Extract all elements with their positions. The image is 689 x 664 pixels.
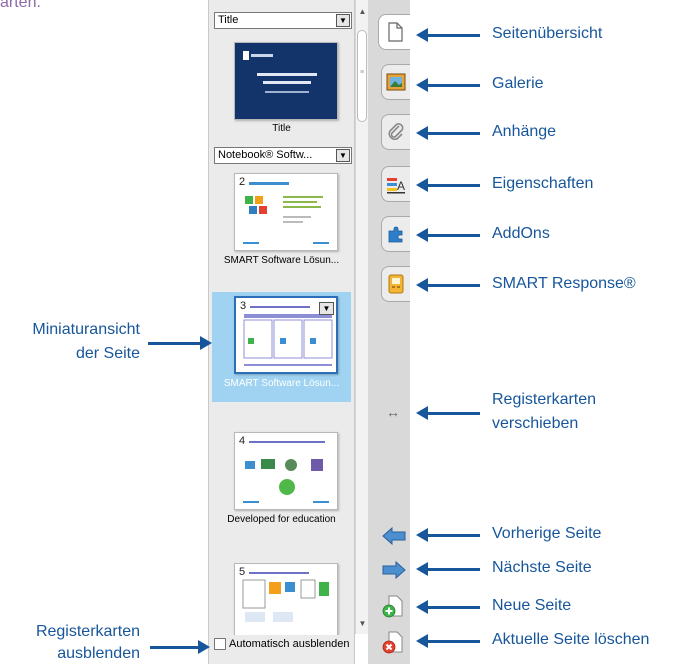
thumbnail-image: 5 — [234, 563, 338, 635]
callout-registerkarten-verschieben-2: verschieben — [492, 415, 579, 432]
callout-arrowhead — [200, 336, 212, 350]
new-page-button[interactable] — [382, 594, 406, 618]
group-dropdown-notebook-label: Notebook® Softw... — [218, 149, 313, 161]
chevron-down-icon[interactable]: ▼ — [336, 149, 350, 162]
callout-arrow-line — [426, 34, 480, 37]
page-label: SMART Software Lösun... — [223, 378, 340, 389]
page-label: SMART Software Lösun... — [223, 255, 340, 266]
chevron-down-icon[interactable]: ▼ — [336, 14, 350, 27]
callout-naechste-seite: Nächste Seite — [492, 559, 592, 576]
response-icon — [388, 274, 404, 294]
callout-smart-response: SMART Response® — [492, 275, 636, 292]
page-thumbnail-5[interactable]: 5 — [212, 563, 351, 635]
new-page-icon — [382, 595, 403, 618]
callout-arrow-line — [426, 640, 480, 643]
callout-registerkarten-ausblenden-1: Registerkarten — [35, 623, 140, 640]
tab-properties[interactable]: A — [381, 166, 410, 202]
callout-arrow-line — [426, 184, 480, 187]
gallery-icon — [386, 73, 406, 91]
tab-gallery[interactable] — [381, 64, 410, 100]
slide-preview — [242, 572, 329, 622]
previous-page-icon — [382, 527, 406, 545]
scroll-grip-icon: ≡ — [360, 69, 365, 76]
callout-anhaenge: Anhänge — [492, 123, 557, 140]
next-page-button[interactable] — [382, 558, 406, 582]
tab-page-sorter[interactable] — [378, 14, 410, 50]
move-tabs-icon[interactable]: ↔ — [386, 404, 400, 420]
page-number: 4 — [239, 435, 246, 447]
callout-vorherige-seite: Vorherige Seite — [492, 525, 602, 542]
autohide-checkbox[interactable] — [214, 638, 226, 650]
thumbnail-image: 2 — [234, 173, 338, 251]
page-menu-button[interactable]: ▼ — [319, 302, 334, 315]
svg-text:A: A — [397, 179, 405, 193]
delete-page-icon — [382, 631, 403, 654]
callout-miniaturansicht-1: Miniaturansicht — [32, 321, 140, 338]
page-label: Developed for education — [227, 514, 336, 525]
properties-icon: A — [387, 178, 405, 194]
tab-addons[interactable] — [381, 216, 410, 252]
slide-preview — [243, 182, 329, 244]
previous-page-button[interactable] — [382, 524, 406, 548]
autohide-option[interactable]: Automatisch ausblenden — [214, 638, 349, 650]
page-number: 3 — [240, 300, 247, 312]
callout-arrow-line — [150, 646, 200, 649]
scroll-thumb[interactable]: ≡ — [357, 30, 367, 122]
callout-addons: AddOns — [492, 225, 550, 242]
paperclip-icon — [388, 123, 404, 140]
callout-arrow-line — [426, 234, 480, 237]
callout-arrowhead — [198, 640, 210, 654]
page-thumbnail-3[interactable]: 3 ▼ SMART Software Lösun... — [212, 296, 351, 396]
callout-registerkarten-verschieben-1: Registerkarten — [492, 391, 597, 408]
callout-neue-seite: Neue Seite — [492, 597, 572, 614]
page-sorter-icon — [387, 22, 403, 42]
page-sorter-scrollbar[interactable]: ▲ ≡ ▼ — [355, 0, 368, 634]
callout-arrow-line — [426, 568, 480, 571]
autohide-label: Automatisch ausblenden — [229, 638, 350, 650]
callout-arrow-line — [426, 284, 480, 287]
callout-galerie: Galerie — [492, 75, 544, 92]
callout-arrow-line — [426, 84, 480, 87]
group-dropdown-title[interactable]: Title ▼ — [214, 12, 352, 29]
callout-arrow-line — [426, 132, 480, 135]
slide-preview — [243, 441, 329, 503]
tab-smart-response[interactable] — [381, 266, 410, 302]
callout-arrow-line — [148, 342, 202, 345]
page-number: 2 — [239, 176, 246, 188]
group-dropdown-notebook[interactable]: Notebook® Softw... ▼ — [214, 147, 352, 164]
page-thumbnail-4[interactable]: 4 Developed for education — [212, 432, 351, 532]
thumbnail-image: 4 — [234, 432, 338, 510]
callout-miniaturansicht-2: der Seite — [75, 345, 140, 362]
callout-arrow-line — [426, 606, 480, 609]
addons-icon — [388, 226, 403, 243]
callout-registerkarten-ausblenden-2: ausblenden — [57, 645, 140, 662]
callout-arrow-line — [426, 534, 480, 537]
page-thumbnail-2[interactable]: 2 SMART Software Lösun... — [212, 173, 351, 269]
callout-aktuelle-seite-loeschen: Aktuelle Seite löschen — [492, 631, 650, 648]
tab-attachments[interactable] — [381, 114, 410, 150]
callout-eigenschaften: Eigenschaften — [492, 175, 594, 192]
tab-strip: A ↔ — [368, 0, 410, 664]
intro-text: arten. — [0, 0, 41, 11]
title-slide-preview — [235, 43, 337, 119]
callout-seitenuebersicht: Seitenübersicht — [492, 25, 603, 42]
callout-arrow-line — [426, 412, 480, 415]
next-page-icon — [382, 561, 406, 579]
group-dropdown-title-label: Title — [218, 14, 239, 26]
thumbnail-image — [234, 42, 338, 120]
delete-page-button[interactable] — [382, 630, 406, 654]
page-label: Title — [272, 123, 291, 134]
page-thumbnail-1[interactable]: Title — [212, 42, 351, 138]
page-number: 5 — [239, 566, 246, 578]
